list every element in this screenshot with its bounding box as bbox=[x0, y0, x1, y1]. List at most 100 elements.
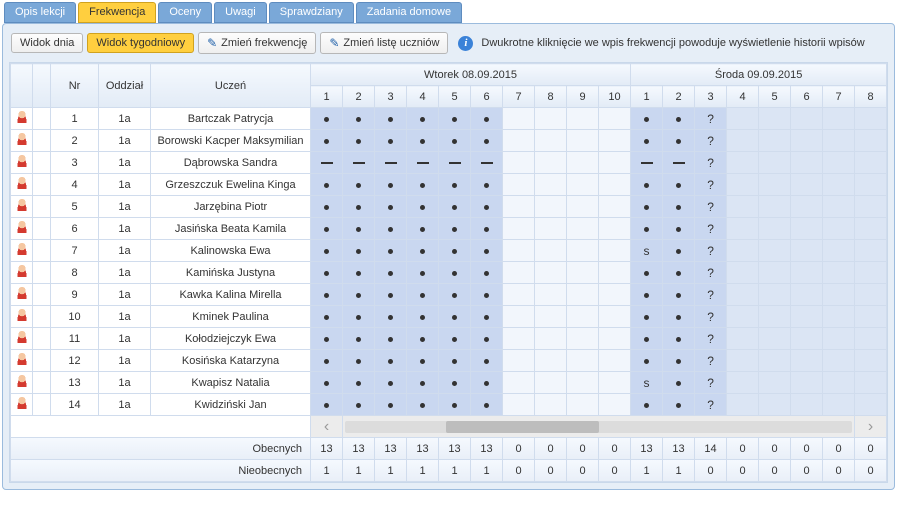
att-cell[interactable] bbox=[439, 174, 471, 196]
att-cell[interactable] bbox=[567, 196, 599, 218]
att-cell[interactable] bbox=[439, 130, 471, 152]
att-cell[interactable] bbox=[791, 284, 823, 306]
att-cell[interactable] bbox=[535, 328, 567, 350]
att-cell[interactable] bbox=[663, 284, 695, 306]
att-cell[interactable] bbox=[791, 174, 823, 196]
att-cell[interactable] bbox=[375, 350, 407, 372]
col-nr-header[interactable]: Nr bbox=[51, 64, 99, 108]
att-cell[interactable] bbox=[503, 196, 535, 218]
att-cell[interactable] bbox=[471, 108, 503, 130]
att-cell[interactable] bbox=[311, 262, 343, 284]
att-cell[interactable]: ? bbox=[695, 240, 727, 262]
att-cell[interactable] bbox=[439, 196, 471, 218]
att-cell[interactable] bbox=[407, 328, 439, 350]
att-cell[interactable] bbox=[471, 130, 503, 152]
att-cell[interactable] bbox=[727, 130, 759, 152]
att-cell[interactable] bbox=[759, 152, 791, 174]
att-cell[interactable] bbox=[503, 306, 535, 328]
att-cell[interactable] bbox=[663, 372, 695, 394]
att-cell[interactable] bbox=[375, 130, 407, 152]
att-cell[interactable] bbox=[599, 306, 631, 328]
att-cell[interactable] bbox=[503, 218, 535, 240]
att-cell[interactable] bbox=[823, 262, 855, 284]
horizontal-scrollbar[interactable] bbox=[343, 416, 855, 438]
att-cell[interactable] bbox=[727, 108, 759, 130]
att-cell[interactable] bbox=[343, 328, 375, 350]
att-cell[interactable] bbox=[567, 130, 599, 152]
att-cell[interactable] bbox=[375, 196, 407, 218]
att-cell[interactable] bbox=[855, 196, 887, 218]
period-header-d1-2[interactable]: 2 bbox=[343, 86, 375, 108]
att-cell[interactable] bbox=[663, 152, 695, 174]
att-cell[interactable] bbox=[343, 196, 375, 218]
att-cell[interactable] bbox=[407, 284, 439, 306]
att-cell[interactable] bbox=[727, 196, 759, 218]
att-cell[interactable] bbox=[503, 174, 535, 196]
row-student-name[interactable]: Kamińska Justyna bbox=[151, 262, 311, 284]
att-cell[interactable] bbox=[407, 174, 439, 196]
att-cell[interactable] bbox=[343, 152, 375, 174]
att-cell[interactable] bbox=[567, 284, 599, 306]
col-class-header[interactable]: Oddział bbox=[99, 64, 151, 108]
week-view-button[interactable]: Widok tygodniowy bbox=[87, 33, 194, 53]
att-cell[interactable] bbox=[631, 328, 663, 350]
att-cell[interactable] bbox=[375, 262, 407, 284]
att-cell[interactable] bbox=[375, 218, 407, 240]
att-cell[interactable] bbox=[311, 394, 343, 416]
att-cell[interactable]: ? bbox=[695, 350, 727, 372]
att-cell[interactable] bbox=[759, 284, 791, 306]
att-cell[interactable] bbox=[535, 350, 567, 372]
att-cell[interactable] bbox=[631, 284, 663, 306]
att-cell[interactable] bbox=[535, 174, 567, 196]
att-cell[interactable] bbox=[599, 350, 631, 372]
period-header-d2-3[interactable]: 3 bbox=[695, 86, 727, 108]
att-cell[interactable] bbox=[823, 196, 855, 218]
tab-attendance[interactable]: Frekwencja bbox=[78, 2, 156, 23]
att-cell[interactable] bbox=[343, 394, 375, 416]
att-cell[interactable] bbox=[631, 262, 663, 284]
att-cell[interactable] bbox=[791, 372, 823, 394]
att-cell[interactable] bbox=[311, 240, 343, 262]
att-cell[interactable] bbox=[823, 174, 855, 196]
scroll-left-button[interactable]: ‹ bbox=[311, 416, 343, 438]
att-cell[interactable] bbox=[631, 350, 663, 372]
att-cell[interactable] bbox=[759, 240, 791, 262]
att-cell[interactable] bbox=[503, 284, 535, 306]
row-student-name[interactable]: Kalinowska Ewa bbox=[151, 240, 311, 262]
att-cell[interactable] bbox=[855, 240, 887, 262]
att-cell[interactable] bbox=[599, 130, 631, 152]
scroll-thumb[interactable] bbox=[446, 421, 598, 433]
period-header-d1-4[interactable]: 4 bbox=[407, 86, 439, 108]
att-cell[interactable] bbox=[759, 372, 791, 394]
att-cell[interactable] bbox=[407, 240, 439, 262]
att-cell[interactable] bbox=[727, 218, 759, 240]
att-cell[interactable] bbox=[791, 130, 823, 152]
att-cell[interactable] bbox=[663, 174, 695, 196]
att-cell[interactable] bbox=[855, 372, 887, 394]
att-cell[interactable] bbox=[311, 108, 343, 130]
att-cell[interactable] bbox=[503, 350, 535, 372]
att-cell[interactable] bbox=[631, 174, 663, 196]
att-cell[interactable] bbox=[599, 284, 631, 306]
att-cell[interactable] bbox=[471, 174, 503, 196]
att-cell[interactable] bbox=[791, 306, 823, 328]
att-cell[interactable] bbox=[471, 262, 503, 284]
row-student-name[interactable]: Dąbrowska Sandra bbox=[151, 152, 311, 174]
att-cell[interactable] bbox=[663, 262, 695, 284]
att-cell[interactable] bbox=[471, 284, 503, 306]
att-cell[interactable] bbox=[311, 306, 343, 328]
att-cell[interactable] bbox=[471, 350, 503, 372]
att-cell[interactable] bbox=[471, 218, 503, 240]
att-cell[interactable] bbox=[375, 394, 407, 416]
att-cell[interactable] bbox=[567, 218, 599, 240]
att-cell[interactable] bbox=[855, 328, 887, 350]
att-cell[interactable] bbox=[407, 306, 439, 328]
att-cell[interactable]: ? bbox=[695, 218, 727, 240]
att-cell[interactable] bbox=[503, 240, 535, 262]
att-cell[interactable] bbox=[407, 152, 439, 174]
att-cell[interactable] bbox=[343, 350, 375, 372]
row-student-name[interactable]: Kwapisz Natalia bbox=[151, 372, 311, 394]
period-header-d1-3[interactable]: 3 bbox=[375, 86, 407, 108]
period-header-d2-6[interactable]: 6 bbox=[791, 86, 823, 108]
att-cell[interactable] bbox=[823, 130, 855, 152]
